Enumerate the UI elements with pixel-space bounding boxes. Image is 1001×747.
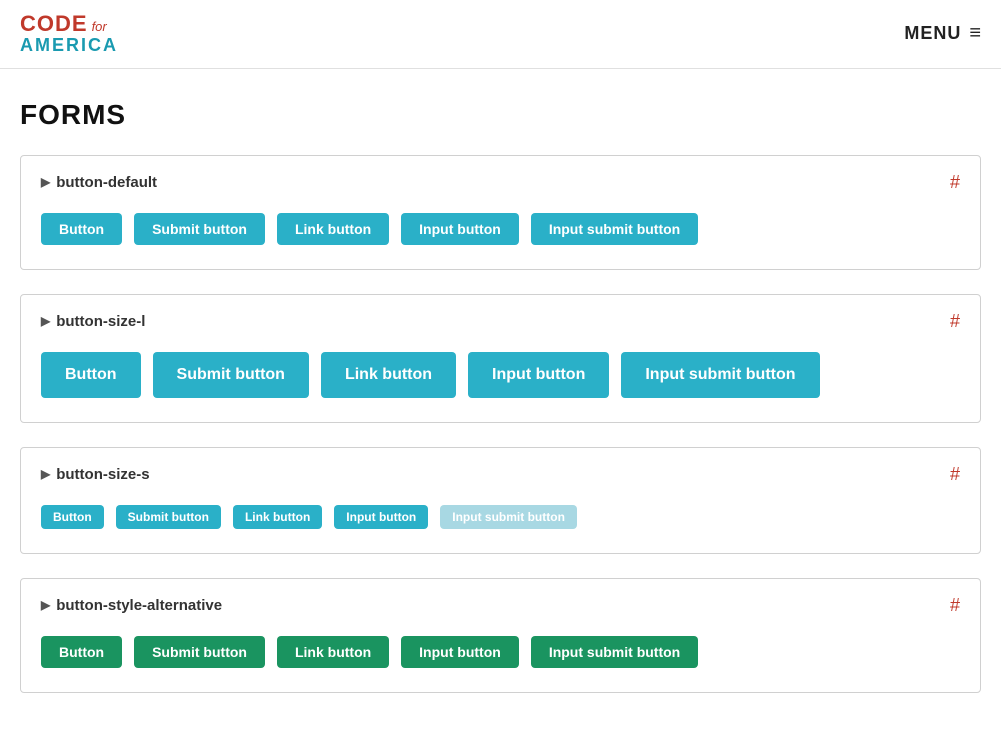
- section-button-size-l: ▶ button-size-l # Button Submit button Link b…: [20, 294, 981, 423]
- section-header-button-size-l: ▶ button-size-l #: [41, 311, 960, 332]
- logo-america: AMERICA: [20, 36, 118, 56]
- section-title-text-button-size-l: button-size-l: [56, 313, 145, 330]
- button-row-button-size-l: Button Submit button Link button Input butt…: [41, 352, 960, 398]
- chevron-right-icon: ▶: [41, 314, 50, 328]
- btn-button-style-alternative-3[interactable]: Input button: [401, 636, 519, 668]
- btn-button-style-alternative-2[interactable]: Link button: [277, 636, 389, 668]
- chevron-right-icon: ▶: [41, 467, 50, 481]
- btn-button-size-l-1[interactable]: Submit button: [153, 352, 309, 398]
- chevron-right-icon: ▶: [41, 175, 50, 189]
- section-title-text-button-size-s: button-size-s: [56, 466, 149, 483]
- btn-button-size-l-0[interactable]: Button: [41, 352, 141, 398]
- section-header-button-default: ▶ button-default #: [41, 172, 960, 193]
- btn-button-size-s-2[interactable]: Link button: [233, 505, 322, 529]
- btn-button-size-l-2[interactable]: Link button: [321, 352, 456, 398]
- section-anchor-button-size-l[interactable]: #: [950, 311, 960, 332]
- page-title: FORMS: [20, 99, 981, 131]
- btn-button-default-0[interactable]: Button: [41, 213, 122, 245]
- site-header: CODE for AMERICA MENU ≡: [0, 0, 1001, 69]
- section-anchor-button-size-s[interactable]: #: [950, 464, 960, 485]
- sections-container: ▶ button-default # Button Submit button Link …: [20, 155, 981, 693]
- section-button-style-alternative: ▶ button-style-alternative # Button Submit b…: [20, 578, 981, 693]
- btn-button-default-3[interactable]: Input button: [401, 213, 519, 245]
- btn-button-size-s-0[interactable]: Button: [41, 505, 104, 529]
- hamburger-icon: ≡: [969, 22, 981, 45]
- button-row-button-size-s: Button Submit button Link button Input butt…: [41, 505, 960, 529]
- section-title-button-style-alternative[interactable]: ▶ button-style-alternative: [41, 597, 222, 614]
- btn-button-size-l-4[interactable]: Input submit button: [621, 352, 819, 398]
- btn-button-style-alternative-1[interactable]: Submit button: [134, 636, 265, 668]
- chevron-right-icon: ▶: [41, 598, 50, 612]
- btn-button-size-s-1[interactable]: Submit button: [116, 505, 221, 529]
- section-header-button-style-alternative: ▶ button-style-alternative #: [41, 595, 960, 616]
- section-title-text-button-style-alternative: button-style-alternative: [56, 597, 222, 614]
- section-anchor-button-style-alternative[interactable]: #: [950, 595, 960, 616]
- btn-button-size-s-3[interactable]: Input button: [334, 505, 428, 529]
- main-content: FORMS ▶ button-default # Button Submit butto…: [0, 69, 1001, 747]
- section-anchor-button-default[interactable]: #: [950, 172, 960, 193]
- section-title-button-size-l[interactable]: ▶ button-size-l: [41, 313, 145, 330]
- header-menu[interactable]: MENU ≡: [904, 22, 981, 45]
- btn-button-size-l-3[interactable]: Input button: [468, 352, 609, 398]
- btn-button-default-2[interactable]: Link button: [277, 213, 389, 245]
- section-title-text-button-default: button-default: [56, 174, 157, 191]
- button-row-button-default: Button Submit button Link button Input butt…: [41, 213, 960, 245]
- btn-button-default-4[interactable]: Input submit button: [531, 213, 698, 245]
- section-button-default: ▶ button-default # Button Submit button Link …: [20, 155, 981, 270]
- section-header-button-size-s: ▶ button-size-s #: [41, 464, 960, 485]
- menu-label: MENU: [904, 23, 961, 44]
- logo-for: for: [92, 20, 107, 34]
- logo: CODE for AMERICA: [20, 12, 118, 56]
- section-title-button-size-s[interactable]: ▶ button-size-s: [41, 466, 150, 483]
- btn-button-size-s-4[interactable]: Input submit button: [440, 505, 577, 529]
- button-row-button-style-alternative: Button Submit button Link button Input butt…: [41, 636, 960, 668]
- btn-button-default-1[interactable]: Submit button: [134, 213, 265, 245]
- section-title-button-default[interactable]: ▶ button-default: [41, 174, 157, 191]
- logo-code: CODE: [20, 12, 88, 36]
- btn-button-style-alternative-0[interactable]: Button: [41, 636, 122, 668]
- section-button-size-s: ▶ button-size-s # Button Submit button Link b…: [20, 447, 981, 554]
- btn-button-style-alternative-4[interactable]: Input submit button: [531, 636, 698, 668]
